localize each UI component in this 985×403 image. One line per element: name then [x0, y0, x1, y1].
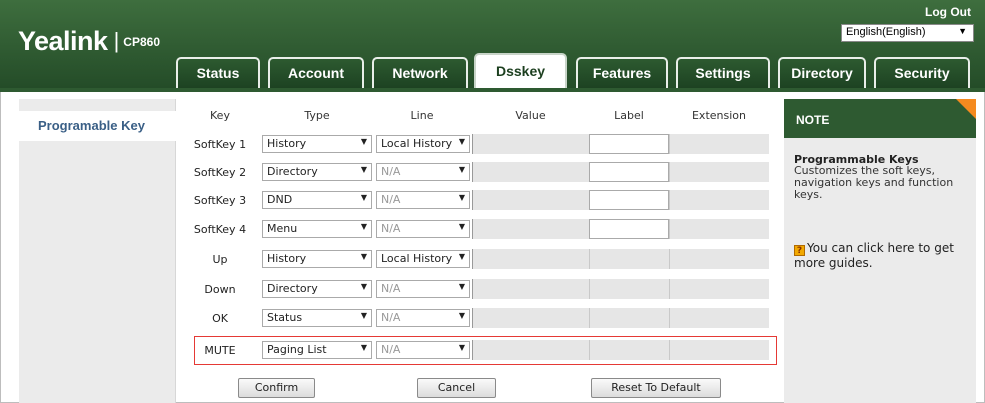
value-field [472, 219, 589, 239]
type-select[interactable]: History ▼ [262, 135, 372, 153]
column-header-label: Label [614, 109, 644, 122]
note-header: NOTE [784, 99, 976, 138]
column-header-type: Type [304, 109, 330, 122]
label-input[interactable] [589, 190, 669, 210]
note-body: Customizes the soft keys, navigation key… [794, 164, 954, 201]
language-select[interactable]: English(English) ▼ [841, 24, 974, 42]
extension-field [669, 279, 769, 299]
type-select[interactable]: DND ▼ [262, 191, 372, 209]
tab-dsskey[interactable]: Dsskey [474, 53, 567, 89]
type-select[interactable]: Directory ▼ [262, 163, 372, 181]
table-row: Up History ▼ Local History ▼ [184, 248, 776, 272]
table-row: SoftKey 4 Menu ▼ N/A ▼ [184, 218, 776, 242]
label-input[interactable] [589, 219, 669, 239]
key-name: Up [212, 253, 228, 266]
value-field [472, 190, 589, 210]
key-name: SoftKey 2 [193, 166, 247, 179]
extension-field [669, 134, 769, 154]
sidebar-item-programable-key[interactable]: Programable Key [19, 111, 176, 141]
tab-account[interactable]: Account [268, 57, 364, 88]
column-header-value: Value [515, 109, 546, 122]
label-field [589, 279, 669, 299]
key-name: SoftKey 3 [193, 194, 247, 207]
line-select: N/A ▼ [376, 220, 470, 238]
table-row: Down Directory ▼ N/A ▼ [184, 278, 776, 302]
language-value: English(English) [846, 26, 926, 38]
extension-field [669, 219, 769, 239]
column-header-line: Line [410, 109, 434, 122]
guide-text: You can click here to get more guides. [794, 241, 954, 270]
value-field [472, 162, 589, 182]
table-row: SoftKey 3 DND ▼ N/A ▼ [184, 189, 776, 213]
reset-to-default-button[interactable]: Reset To Default [591, 378, 721, 398]
key-name: OK [212, 312, 228, 325]
table-row: SoftKey 2 Directory ▼ N/A ▼ [184, 161, 776, 185]
table-row: SoftKey 1 History ▼ Local History ▼ [184, 133, 776, 157]
tab-settings[interactable]: Settings [676, 57, 770, 88]
extension-field [669, 249, 769, 269]
type-select[interactable]: History ▼ [262, 250, 372, 268]
column-header-extension: Extension [691, 109, 746, 122]
type-select[interactable]: Status ▼ [262, 309, 372, 327]
tab-network[interactable]: Network [372, 57, 468, 88]
logout-link[interactable]: Log Out [925, 5, 971, 19]
extension-field [669, 190, 769, 210]
note-panel: NOTE Programmable Keys Customizes the so… [784, 99, 976, 403]
column-header-key: Key [210, 109, 230, 122]
mute-row-highlight [194, 336, 777, 365]
line-select: N/A ▼ [376, 191, 470, 209]
line-select: N/A ▼ [376, 163, 470, 181]
type-select[interactable]: Directory ▼ [262, 280, 372, 298]
sidebar: Programable Key [19, 99, 176, 403]
table-row: OK Status ▼ N/A ▼ [184, 307, 776, 331]
tab-directory[interactable]: Directory [778, 57, 866, 88]
label-field [589, 249, 669, 269]
label-input[interactable] [589, 134, 669, 154]
label-field [589, 308, 669, 328]
note-corner-accent [956, 99, 976, 119]
main-tabs: Status Account Network Dsskey Features S… [0, 53, 985, 89]
tab-status[interactable]: Status [176, 57, 260, 88]
line-select[interactable]: Local History ▼ [376, 135, 470, 153]
model-name: CP860 [123, 35, 160, 49]
key-name: Down [204, 283, 236, 296]
type-select[interactable]: Menu ▼ [262, 220, 372, 238]
key-name: SoftKey 1 [193, 138, 247, 151]
extension-field [669, 162, 769, 182]
value-field [472, 249, 589, 269]
label-input[interactable] [589, 162, 669, 182]
key-name: SoftKey 4 [193, 223, 247, 236]
brand-name: Yealink [18, 26, 108, 56]
value-field [472, 134, 589, 154]
dsskey-table: Key Type Line Value Label Extension Soft… [184, 99, 777, 403]
header: Yealink | CP860 Log Out English(English) ▼… [0, 0, 985, 89]
value-field [472, 279, 589, 299]
tab-underline-bar [0, 88, 985, 92]
value-field [472, 308, 589, 328]
tab-security[interactable]: Security [874, 57, 970, 88]
line-select: N/A ▼ [376, 280, 470, 298]
line-select: N/A ▼ [376, 309, 470, 327]
confirm-button[interactable]: Confirm [238, 378, 315, 398]
guide-link[interactable]: ? You can click here to get more guides. [794, 241, 969, 270]
tab-features[interactable]: Features [576, 57, 668, 88]
cancel-button[interactable]: Cancel [417, 378, 496, 398]
help-icon: ? [794, 245, 805, 256]
chevron-down-icon: ▼ [958, 26, 967, 36]
line-select[interactable]: Local History ▼ [376, 250, 470, 268]
extension-field [669, 308, 769, 328]
